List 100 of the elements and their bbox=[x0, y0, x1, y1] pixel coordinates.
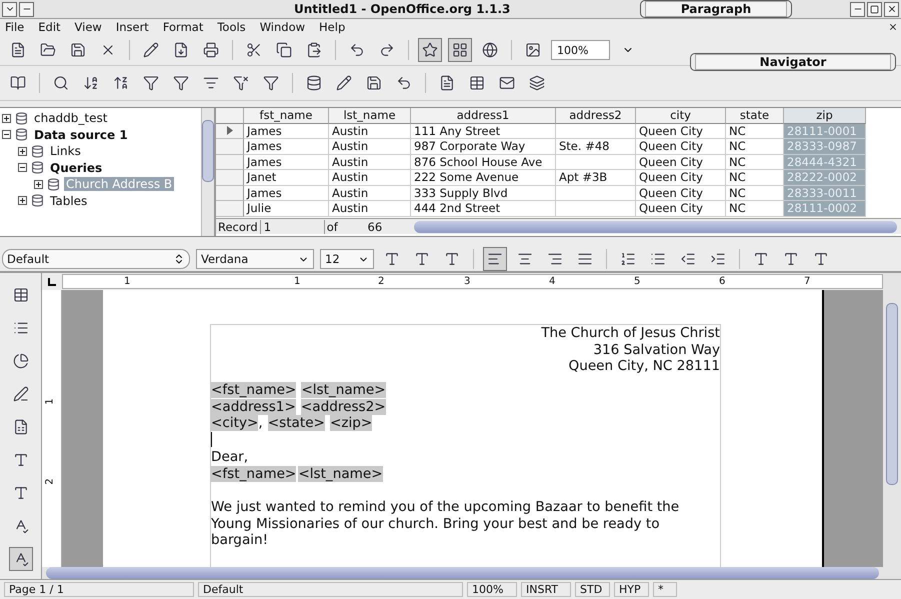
ruler-number: 1 bbox=[294, 276, 300, 287]
database-icon bbox=[15, 128, 28, 142]
menu-item[interactable]: Help bbox=[319, 20, 346, 34]
expand-icon[interactable] bbox=[2, 114, 11, 123]
minimize-icon[interactable] bbox=[850, 2, 865, 16]
grid-view-icon bbox=[452, 42, 468, 58]
expand-icon[interactable] bbox=[18, 146, 27, 156]
mail-merge-icon bbox=[499, 75, 515, 91]
tree-item[interactable]: Data source 1 bbox=[32, 128, 130, 142]
status-field: STD bbox=[575, 582, 610, 597]
table-cell: NC bbox=[726, 170, 784, 186]
record-label: Record bbox=[217, 220, 259, 234]
menu-item[interactable]: Insert bbox=[116, 20, 149, 34]
record-count: 66 bbox=[366, 220, 384, 234]
table-cell: 28222-0002 bbox=[784, 170, 866, 186]
table-cell: 28333-0987 bbox=[784, 139, 866, 154]
menu-item[interactable]: File bbox=[5, 20, 24, 34]
align-right-icon bbox=[547, 251, 563, 267]
table-cell: NC bbox=[726, 139, 784, 154]
shade-icon[interactable] bbox=[19, 2, 34, 16]
letter-paragraph: We just wanted to remind you of the upcoming Bazaar to benefit the Young Missionaries of our church. Bring your best and be ready to bargain! bbox=[211, 498, 680, 550]
collapse-icon[interactable] bbox=[18, 163, 27, 172]
column-header[interactable]: address2 bbox=[556, 108, 636, 124]
menu-item[interactable]: Window bbox=[260, 20, 306, 34]
font-name-box[interactable]: Verdana bbox=[196, 249, 314, 269]
tree-item[interactable]: Links bbox=[48, 144, 83, 158]
table-cell: 444 2nd Street bbox=[411, 201, 556, 216]
table-cell: 111 Any Street bbox=[411, 124, 556, 139]
collapse-icon[interactable] bbox=[2, 130, 11, 140]
table-cell: Queen City bbox=[636, 124, 726, 139]
save-icon bbox=[70, 42, 86, 58]
column-header[interactable]: city bbox=[636, 108, 726, 124]
column-header[interactable]: zip bbox=[784, 108, 866, 124]
expand-icon[interactable] bbox=[18, 196, 27, 206]
draw-icon bbox=[12, 386, 28, 402]
spinner-icon bbox=[173, 253, 185, 265]
zoom-field[interactable]: 100% bbox=[551, 40, 610, 60]
tree-item[interactable]: Queries bbox=[48, 160, 104, 175]
print-icon bbox=[203, 42, 219, 58]
status-field: INSRT bbox=[521, 582, 571, 597]
menu-item[interactable]: View bbox=[74, 20, 102, 34]
table-cell: Austin bbox=[329, 186, 411, 201]
chart-icon bbox=[12, 353, 28, 369]
column-header[interactable]: fst_name bbox=[244, 108, 329, 124]
merge-field: <zip> bbox=[330, 415, 372, 432]
column-header[interactable]: address1 bbox=[411, 108, 556, 124]
autospellcheck-button[interactable] bbox=[8, 547, 32, 571]
undo-icon bbox=[349, 42, 365, 58]
letter-text: , bbox=[258, 415, 263, 432]
table-cell: Austin bbox=[329, 201, 411, 216]
of-label: of bbox=[326, 220, 339, 234]
horizontal-ruler[interactable]: 1 1 2 3 4 5 6 7 bbox=[62, 274, 883, 289]
navigator-star-button[interactable] bbox=[418, 38, 442, 62]
table-cell: 28111-0002 bbox=[784, 201, 866, 216]
close-document-icon[interactable] bbox=[888, 22, 898, 32]
menu-item[interactable]: Edit bbox=[38, 20, 61, 34]
expand-icon[interactable] bbox=[34, 180, 43, 189]
merge-field: <city> bbox=[211, 415, 258, 432]
menu-item[interactable]: Tools bbox=[217, 20, 246, 34]
column-header[interactable]: lst_name bbox=[329, 108, 411, 124]
tree-item[interactable]: Tables bbox=[48, 194, 90, 208]
scrollbar[interactable] bbox=[201, 108, 214, 236]
salutation-text: Dear, bbox=[211, 448, 248, 465]
font-size-box[interactable]: 12 bbox=[320, 249, 374, 269]
row-handle[interactable] bbox=[216, 139, 244, 154]
row-handle[interactable] bbox=[216, 170, 244, 186]
table-cell: Queen City bbox=[636, 139, 726, 154]
table-cell: James bbox=[244, 186, 329, 201]
align-left-icon bbox=[487, 251, 503, 267]
grid-view-button[interactable] bbox=[448, 38, 472, 62]
table-cell: Austin bbox=[329, 139, 411, 154]
edit-data-icon bbox=[336, 75, 352, 91]
redo-icon bbox=[379, 42, 395, 58]
ruler-number: 1 bbox=[124, 276, 130, 287]
row-handle[interactable] bbox=[216, 124, 244, 139]
table-cell: Queen City bbox=[636, 201, 726, 216]
table-cell: James bbox=[244, 124, 329, 139]
merge-field: <state> bbox=[268, 415, 325, 432]
row-handle[interactable] bbox=[216, 186, 244, 201]
tree-item[interactable]: chaddb_test bbox=[32, 111, 110, 126]
book-icon bbox=[10, 75, 26, 91]
scrollbar[interactable] bbox=[414, 220, 897, 232]
close-icon[interactable] bbox=[884, 2, 899, 16]
status-field: 100% bbox=[467, 582, 517, 597]
window-title: Untitled1 - OpenOffice.org 1.1.3 bbox=[294, 2, 510, 16]
style-box[interactable]: Default bbox=[2, 249, 190, 269]
database-icon bbox=[31, 194, 44, 208]
table-cell: Ste. #48 bbox=[556, 139, 636, 154]
menu-item[interactable]: Format bbox=[162, 20, 204, 34]
table-icon bbox=[12, 287, 28, 303]
align-left-button[interactable] bbox=[483, 247, 507, 271]
scrollbar[interactable] bbox=[883, 273, 901, 579]
maximize-icon[interactable] bbox=[867, 2, 882, 16]
row-handle[interactable] bbox=[216, 154, 244, 170]
record-field[interactable]: 1 bbox=[260, 220, 325, 234]
row-handle[interactable] bbox=[216, 201, 244, 216]
status-field: * bbox=[653, 582, 677, 597]
window-menu-icon[interactable] bbox=[2, 2, 17, 16]
scrollbar[interactable] bbox=[46, 567, 879, 579]
column-header[interactable]: state bbox=[726, 108, 784, 124]
